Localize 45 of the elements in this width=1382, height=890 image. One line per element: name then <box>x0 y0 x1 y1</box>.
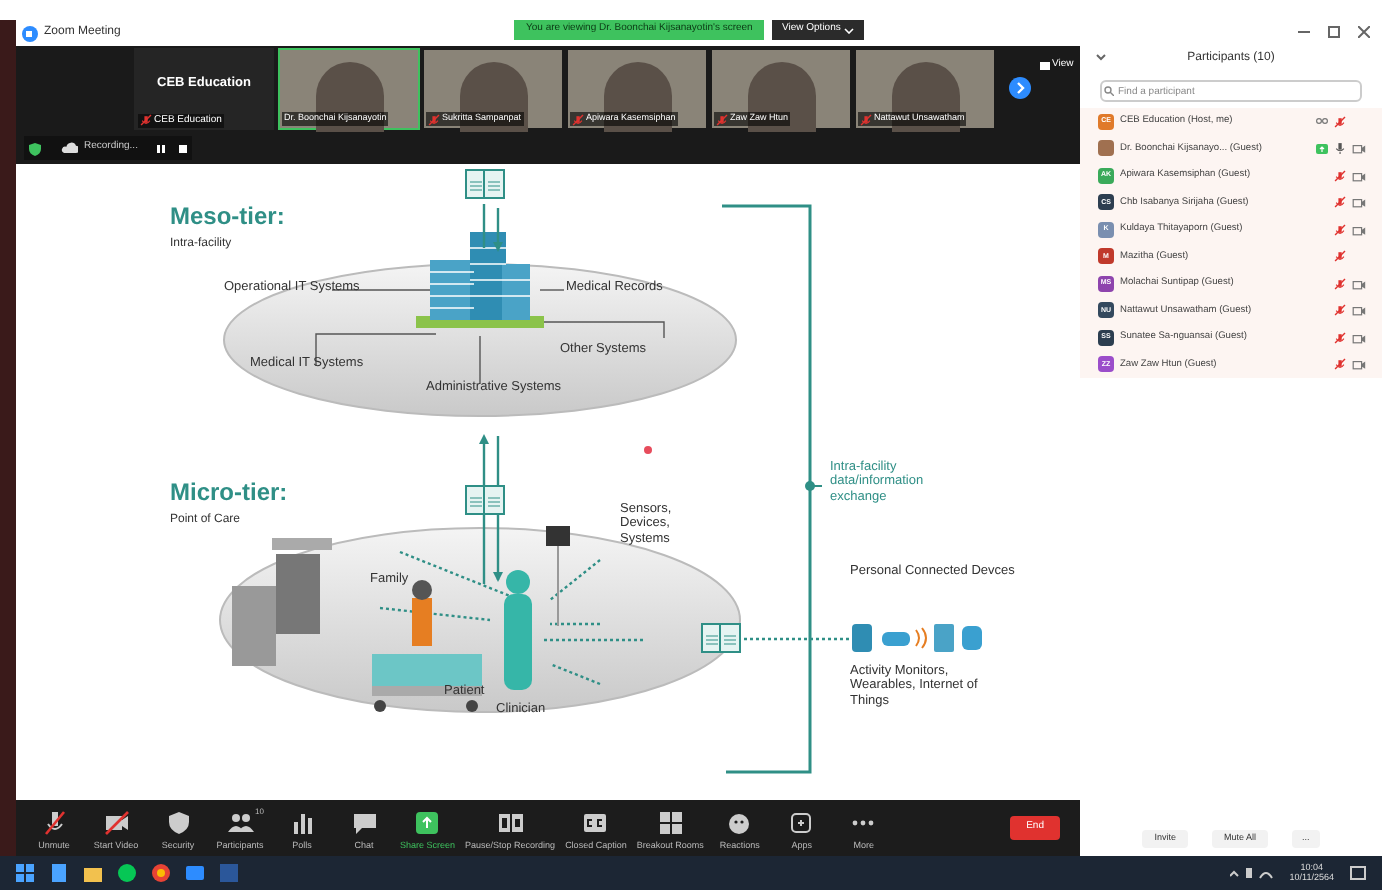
cloud-icon <box>60 142 78 154</box>
caption-icon <box>582 810 609 837</box>
shield-icon <box>28 141 42 155</box>
chat-app-icon[interactable] <box>118 864 136 882</box>
apps-icon <box>788 810 815 837</box>
close-icon[interactable] <box>1358 26 1370 38</box>
document-icon <box>464 168 508 200</box>
muted-mic-icon <box>716 113 728 126</box>
muted-mic-icon <box>140 114 152 127</box>
caret-icon <box>844 27 855 33</box>
video-app-icon[interactable] <box>186 864 204 882</box>
person-silhouette <box>748 62 816 132</box>
grid-view-icon <box>1040 61 1050 70</box>
start-icon[interactable] <box>16 864 34 882</box>
browser-icon[interactable] <box>152 864 170 882</box>
tier-title: Micro-tier: <box>170 480 288 508</box>
app-logo-icon <box>22 25 38 41</box>
video-off-icon <box>103 810 129 837</box>
pointer-dot-icon <box>644 446 652 454</box>
minimize-icon[interactable] <box>1298 26 1310 38</box>
wearable-devices-icon <box>850 622 986 654</box>
pause-icon[interactable] <box>155 143 166 153</box>
notification-icon[interactable] <box>1350 865 1366 881</box>
muted-mic-icon <box>860 113 872 126</box>
people-icon <box>227 810 253 837</box>
search-icon <box>1104 86 1114 96</box>
chat-bubble-icon <box>351 810 377 837</box>
vertical-arrow-icon <box>476 432 508 584</box>
maximize-icon[interactable] <box>1328 26 1340 38</box>
muted-mic-icon <box>428 113 440 126</box>
stop-icon[interactable] <box>177 143 188 153</box>
shield-icon <box>165 810 191 837</box>
document-icon <box>700 622 744 654</box>
bar-chart-icon <box>289 810 315 837</box>
muted-mic-icon <box>572 113 584 126</box>
grid-icon <box>657 810 684 837</box>
document-icon <box>464 484 508 516</box>
muted-mic-icon <box>41 810 67 837</box>
avatar-photo <box>1098 140 1114 157</box>
folder-icon[interactable] <box>84 864 102 882</box>
smiley-icon <box>726 810 753 837</box>
pause-stop-icon <box>497 810 524 837</box>
system-tray-icon[interactable] <box>1229 866 1274 880</box>
chevron-down-icon[interactable] <box>1096 54 1106 62</box>
tier-title: Meso-tier: <box>170 204 285 232</box>
